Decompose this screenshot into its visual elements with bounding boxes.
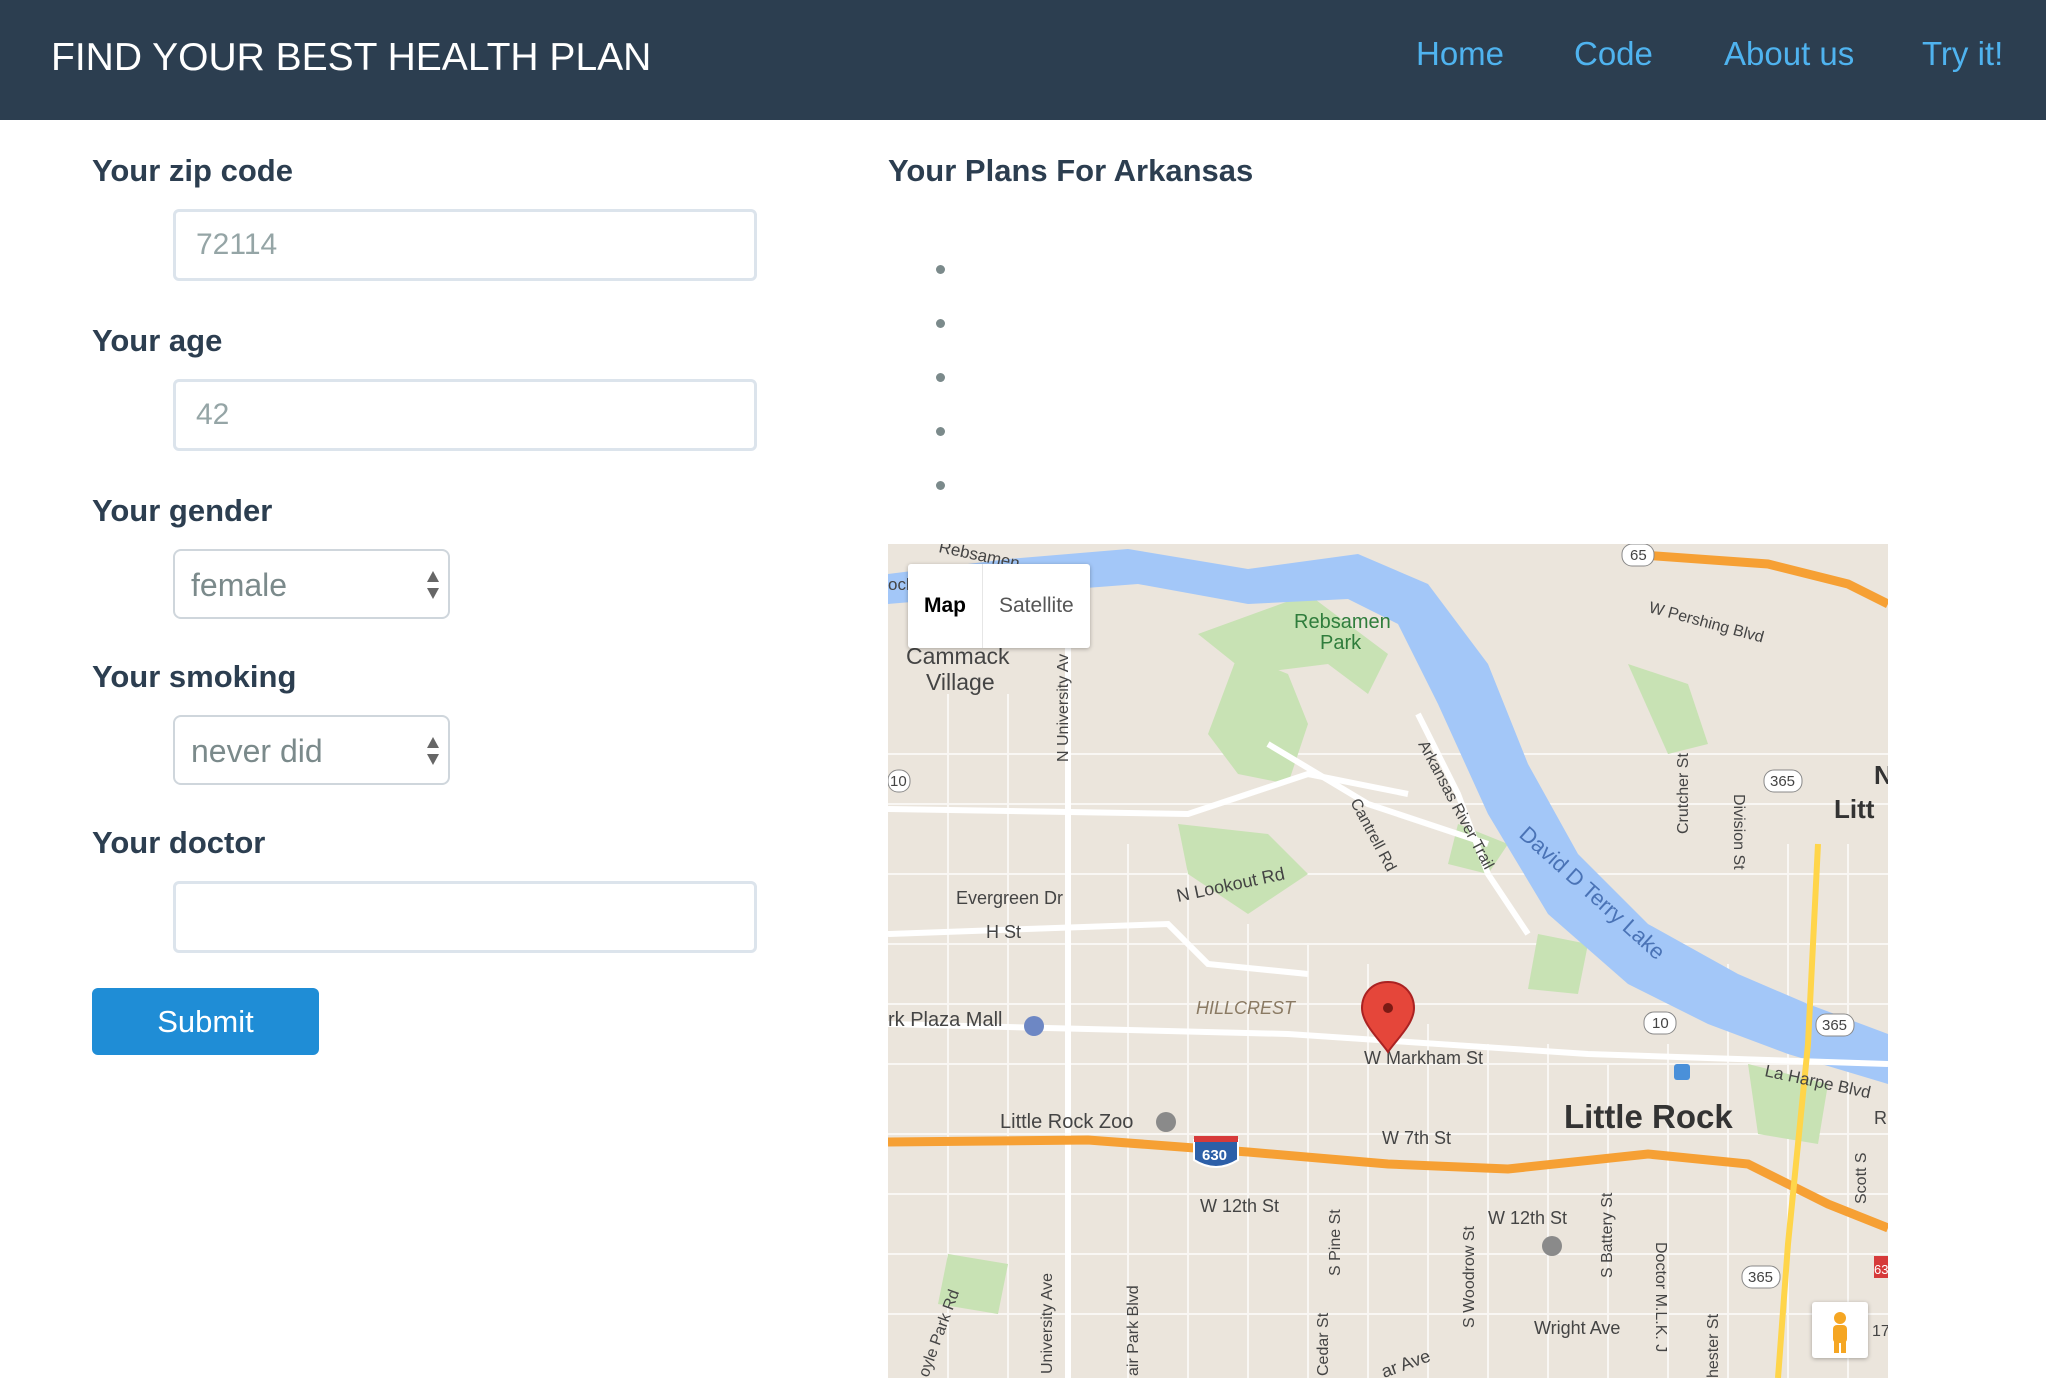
map-label-fair-park: air Park Blvd [1125,1285,1142,1376]
map-label-w12th-a: W 12th St [1200,1196,1279,1216]
map-label-pine: S Pine St [1327,1209,1344,1276]
map-label-village: Village [926,669,995,695]
brand-title[interactable]: FIND YOUR BEST HEALTH PLAN [51,34,651,82]
zip-label: Your zip code [92,153,293,188]
map-labels: Rebsamen Park Cammack Village W Pershing… [888,544,1888,1378]
gender-select-value: female [191,567,288,603]
map-canvas[interactable]: Rebsamen Park Cammack Village W Pershing… [888,544,1888,1378]
plans-title: Your Plans For Arkansas [888,153,1254,188]
map-label-rebsamen: Rebsamen [1294,611,1391,633]
nav-about-link[interactable]: About us [1724,32,1854,76]
map-label-r: R [1874,1108,1887,1128]
shield-630: 630 [1202,1147,1227,1164]
shield-10a: 10 [890,773,907,790]
map-label-hillcrest: HILLCREST [1196,998,1297,1018]
map-label-w12th-b: W 12th St [1488,1208,1567,1228]
zoo-icon [1156,1112,1176,1132]
map-type-control: Map Satellite [908,564,1090,648]
gender-select[interactable]: female [173,549,450,619]
select-arrows-icon [427,737,439,765]
map-label-pershing: W Pershing Blvd [1647,599,1766,646]
shield-65: 65 [1630,547,1647,564]
map-label-n-university: N University Av [1055,654,1072,762]
map-label-17: 17 [1872,1323,1888,1340]
map-label-battery: S Battery St [1599,1192,1616,1278]
plan-list-item [936,373,945,382]
highway-shields: 65 10 10 365 365 365 630 63 17 [888,544,1888,1340]
map-label-park: Park [1320,632,1362,654]
doctor-input[interactable] [173,881,757,953]
shield-365a: 365 [1770,773,1795,790]
age-input[interactable] [173,379,757,451]
map-label-park-plaza: rk Plaza Mall [888,1009,1002,1031]
map-label-mlk: Doctor M.L.K. J [1652,1242,1669,1352]
select-arrows-icon [427,571,439,599]
doctor-label: Your doctor [92,825,266,860]
shield-365c: 365 [1748,1269,1773,1286]
map-label-little-rock: Little Rock [1564,1098,1733,1135]
map-label-w7th: W 7th St [1382,1128,1451,1148]
map-type-satellite-button[interactable]: Satellite [983,564,1090,648]
gender-label: Your gender [92,493,273,528]
map-label-zoo: Little Rock Zoo [1000,1111,1133,1133]
map-label-n: N [1874,760,1888,790]
shield-63: 63 [1874,1262,1888,1277]
map-label-woodrow: S Woodrow St [1461,1225,1478,1328]
street-view-pegman-icon[interactable] [1812,1302,1868,1358]
age-label: Your age [92,323,223,358]
plan-list-item [936,481,945,490]
navbar: FIND YOUR BEST HEALTH PLAN Home Code Abo… [0,0,2046,120]
map-label-division: Division St [1730,794,1747,870]
nav-try-link[interactable]: Try it! [1922,32,2003,76]
shield-10b: 10 [1652,1015,1669,1032]
smoking-label: Your smoking [92,659,297,694]
plan-list-item [936,319,945,328]
zip-input[interactable] [173,209,757,281]
map-label-chester: hester St [1705,1313,1722,1378]
map-label-ar-ave: ar Ave [1379,1346,1434,1378]
map-label-h-st: H St [986,922,1021,942]
map-label-evergreen: Evergreen Dr [956,888,1063,908]
smoking-select-value: never did [191,733,323,769]
plan-list-item [936,427,945,436]
nav-home-link[interactable]: Home [1416,32,1504,76]
map-label-crutcher: Crutcher St [1675,753,1692,834]
nav-code-link[interactable]: Code [1574,32,1653,76]
smoking-select[interactable]: never did [173,715,450,785]
map-label-litt: Litt [1834,794,1875,824]
shield-365b: 365 [1822,1017,1847,1034]
submit-button[interactable]: Submit [92,988,319,1055]
plan-list-item [936,265,945,274]
map-type-map-button[interactable]: Map [908,564,983,648]
map-label-scott: Scott S [1853,1152,1870,1204]
shopping-icon [1024,1016,1044,1036]
map[interactable]: Rebsamen Park Cammack Village W Pershing… [888,544,1888,1378]
map-label-university-ave: University Ave [1039,1273,1056,1374]
map-label-cedar: Cedar St [1315,1312,1332,1376]
transit-icon [1674,1064,1690,1080]
school-icon [1542,1236,1562,1256]
map-label-markham: W Markham St [1364,1048,1483,1068]
map-label-wright: Wright Ave [1534,1318,1620,1338]
